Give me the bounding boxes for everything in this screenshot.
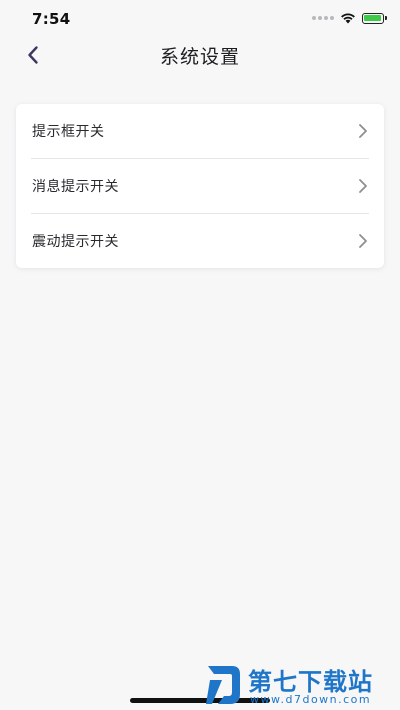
chevron-right-icon	[356, 123, 370, 139]
settings-item-dialog-toggle[interactable]: 提示框开关	[31, 104, 369, 158]
signal-icon	[312, 16, 334, 20]
page-title: 系统设置	[159, 46, 240, 68]
wifi-icon	[341, 13, 355, 24]
settings-item-label: 提示框开关	[32, 124, 105, 140]
settings-card: 提示框开关 消息提示开关 震动提示开关	[16, 104, 384, 268]
battery-icon	[362, 12, 387, 24]
status-bar: 7:54	[0, 0, 400, 34]
settings-item-message-toggle[interactable]: 消息提示开关	[31, 158, 369, 213]
settings-item-vibration-toggle[interactable]: 震动提示开关	[31, 213, 369, 268]
watermark: 第七下载站 www.d7down.com	[204, 660, 400, 710]
watermark-url: www.d7down.com	[250, 693, 372, 706]
status-icons	[312, 11, 387, 25]
nav-bar: 系统设置	[0, 34, 400, 76]
settings-item-label: 震动提示开关	[32, 234, 119, 250]
status-time: 7:54	[32, 10, 71, 28]
watermark-logo-icon	[206, 666, 240, 704]
chevron-right-icon	[356, 233, 370, 249]
settings-item-label: 消息提示开关	[32, 179, 119, 195]
watermark-title: 第七下载站	[248, 668, 373, 696]
chevron-right-icon	[356, 178, 370, 194]
